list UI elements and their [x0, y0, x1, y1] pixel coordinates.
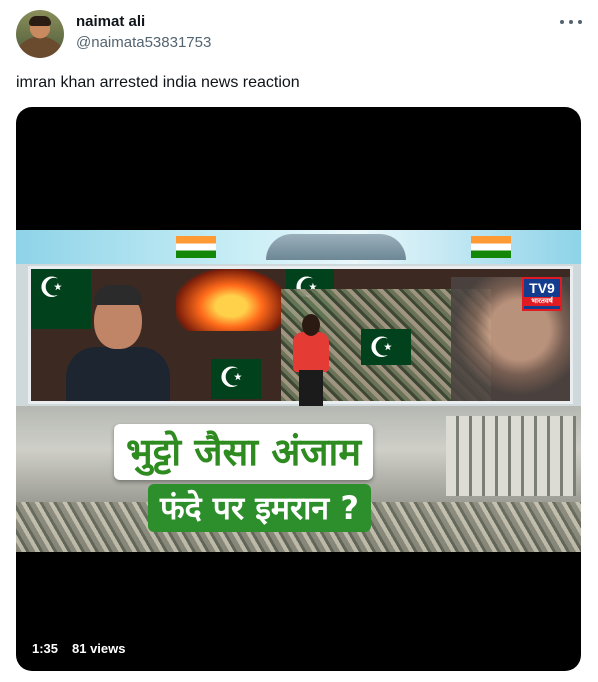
avatar[interactable]	[16, 10, 64, 58]
tv9-logo-text: TV9	[529, 280, 555, 296]
video-frame: TV9 भारतवर्ष भुट्टो जैसा अंजाम फंदे पर इ…	[16, 230, 581, 552]
pakistan-flag	[361, 329, 411, 365]
news-banner	[16, 230, 581, 264]
building-graphic	[446, 416, 576, 496]
india-flag-right	[471, 236, 511, 258]
news-presenter	[289, 314, 333, 410]
author-name[interactable]: naimat ali	[76, 13, 145, 30]
author-handle[interactable]: @naimata53831753	[76, 34, 211, 51]
tweet-text: imran khan arrested india news reaction	[16, 74, 300, 91]
tv9-logo: TV9 भारतवर्ष	[522, 277, 562, 311]
imran-khan-photo	[56, 281, 176, 401]
india-flag-left	[176, 236, 216, 258]
caption-headline: भुट्टो जैसा अंजाम	[114, 424, 374, 480]
fire-scene	[176, 269, 286, 331]
avatar-hair	[29, 16, 51, 26]
parliament-graphic	[266, 234, 406, 260]
tv9-logo-subtext: भारतवर्ष	[524, 297, 560, 306]
pakistan-flag	[211, 359, 261, 399]
caption-subheadline: फंदे पर इमरान ?	[148, 484, 371, 532]
video-views: 81 views	[72, 641, 126, 656]
video-duration: 1:35	[32, 641, 59, 656]
more-options-icon[interactable]	[560, 14, 582, 30]
video-player[interactable]: TV9 भारतवर्ष भुट्टो जैसा अंजाम फंदे पर इ…	[16, 107, 581, 671]
